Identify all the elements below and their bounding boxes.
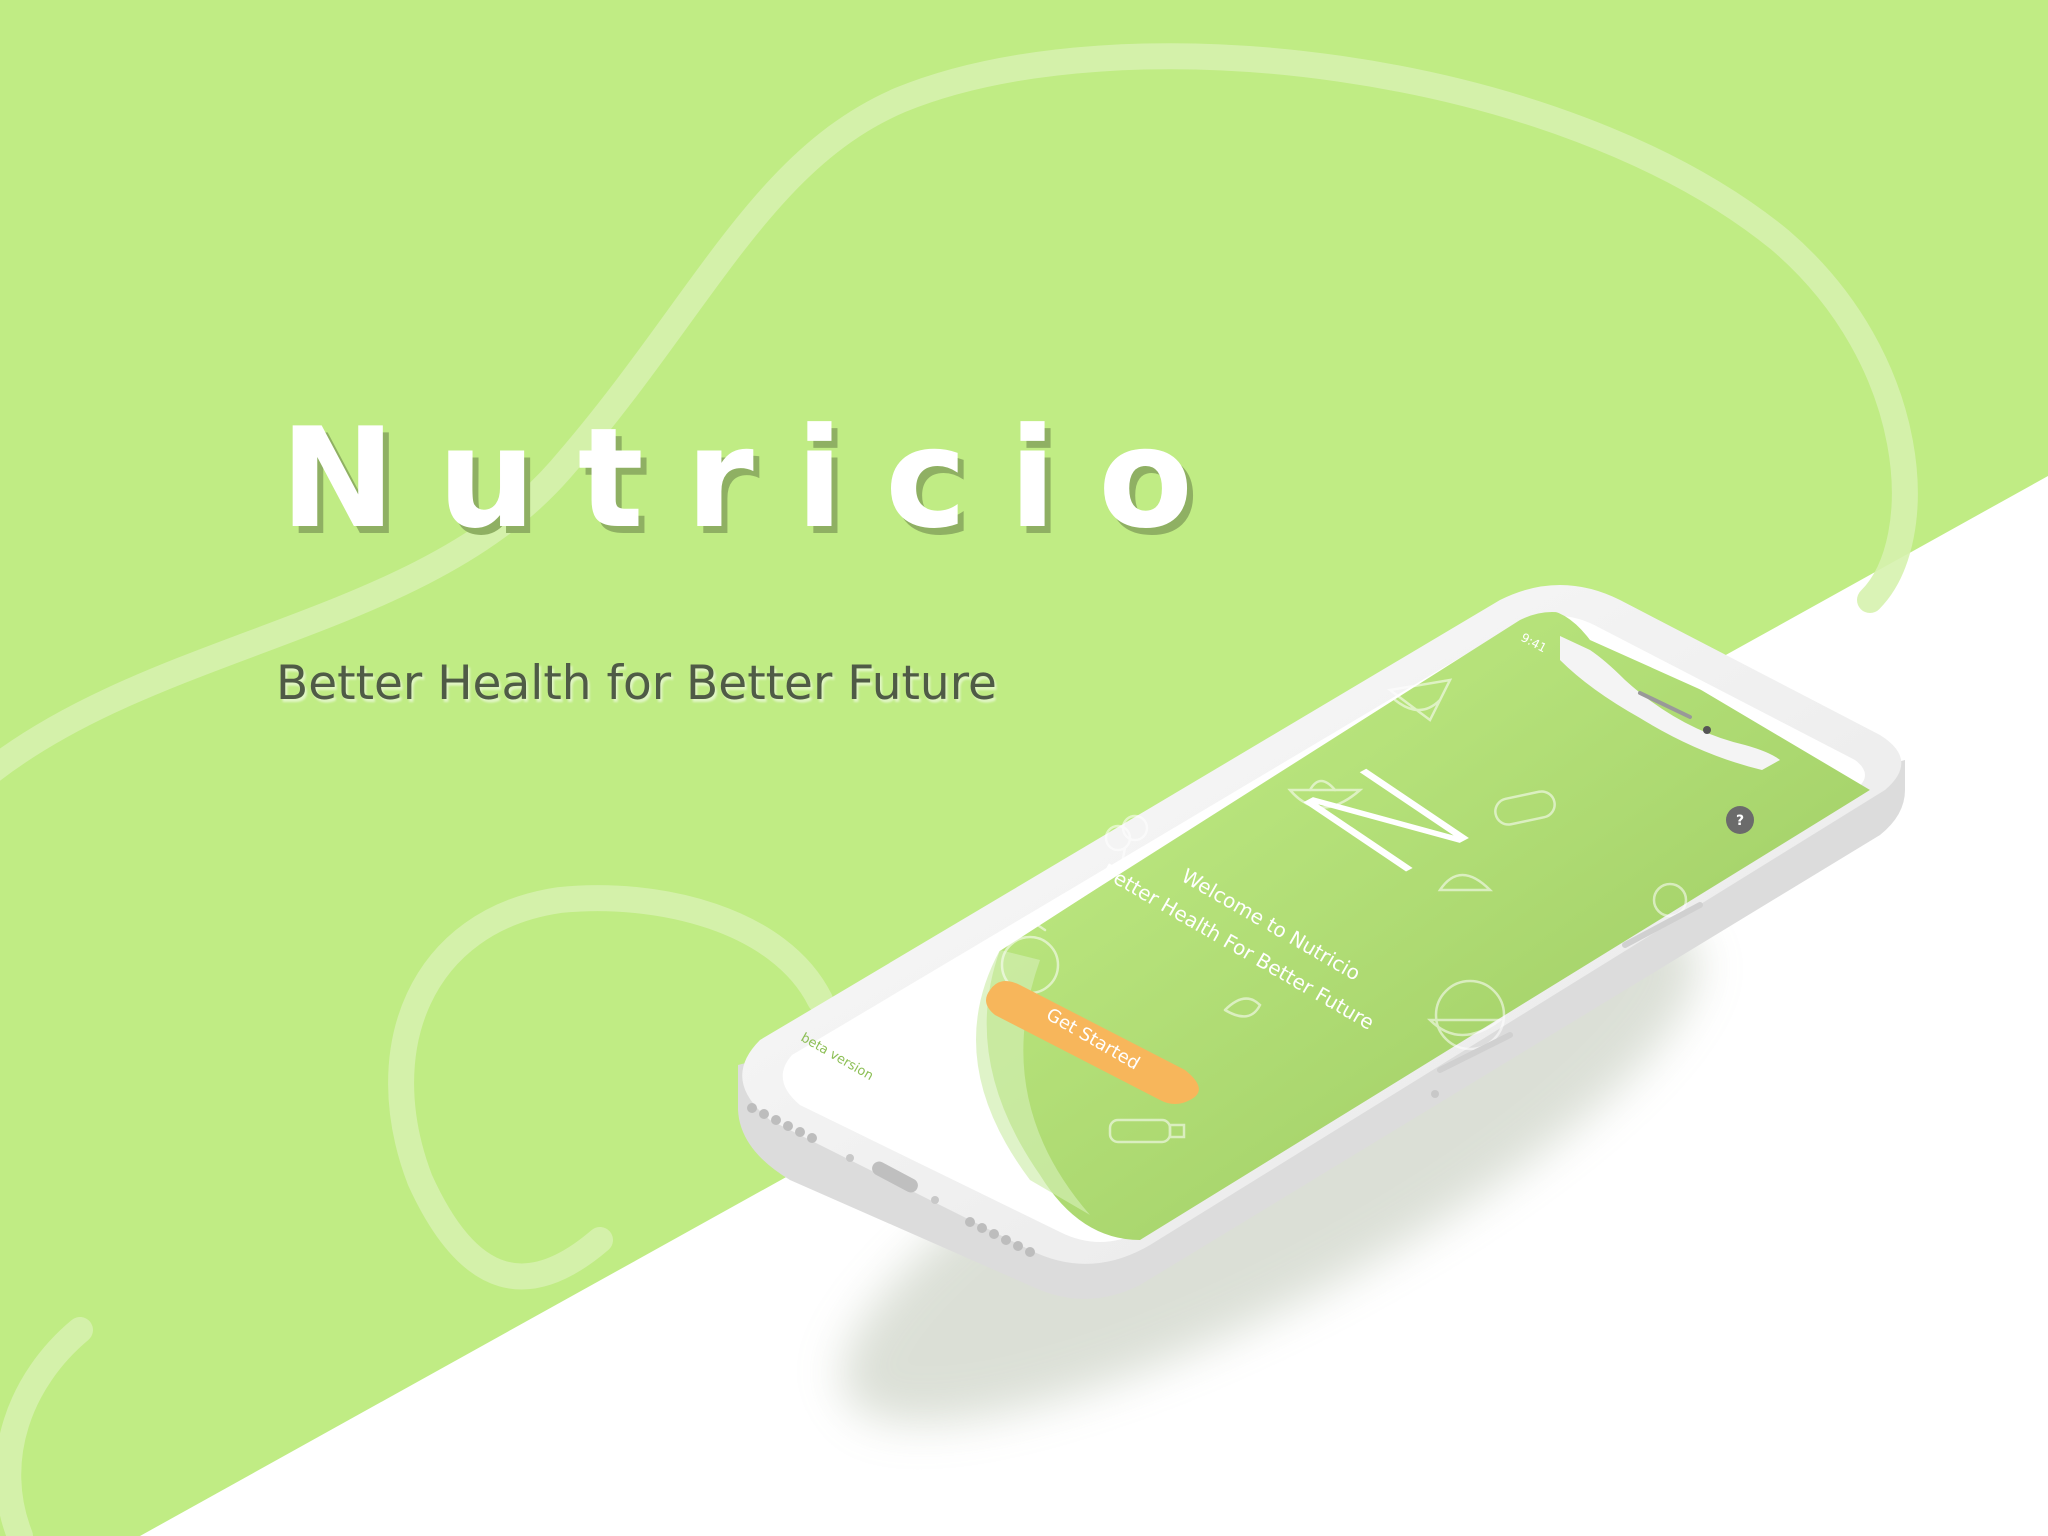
side-switch bbox=[1431, 1090, 1439, 1098]
screw-hole bbox=[931, 1196, 939, 1204]
mic-hole bbox=[846, 1154, 854, 1162]
help-icon-glyph: ? bbox=[1736, 813, 1744, 829]
help-button[interactable]: ? bbox=[1726, 806, 1754, 834]
front-camera bbox=[1703, 726, 1711, 734]
phone-mockup: 9:41 ? N Welcome to Nutricio Better Heal… bbox=[738, 585, 1905, 1423]
